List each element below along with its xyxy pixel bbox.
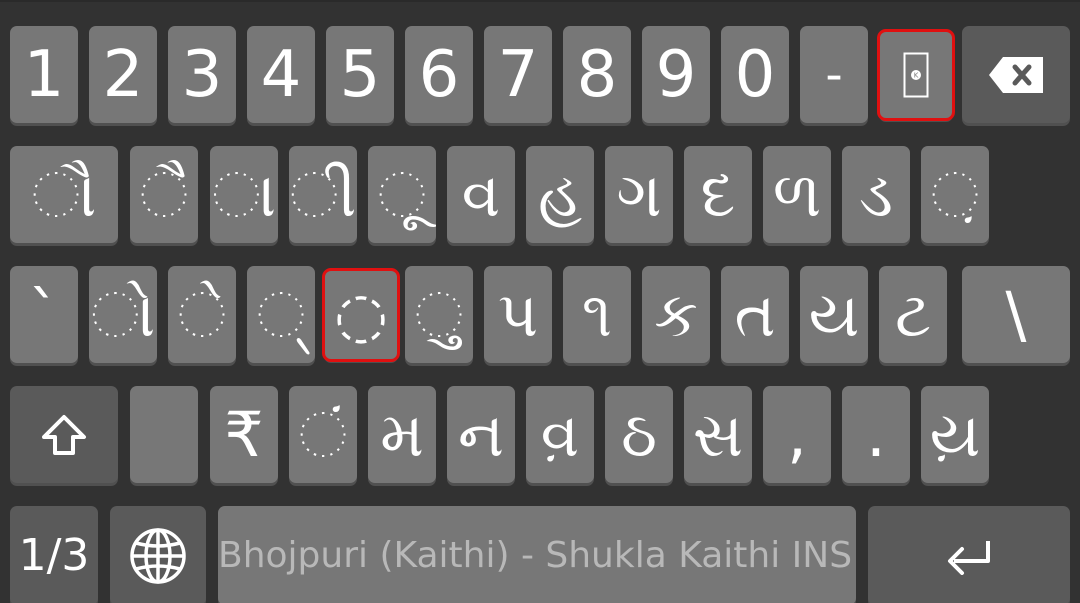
key-2[interactable]: 2 [89, 26, 157, 123]
key-anusvara[interactable]: ◌ં [289, 386, 357, 483]
key-8[interactable]: 8 [563, 26, 631, 123]
key-uu-sign[interactable]: ◌ૂ [368, 146, 436, 243]
key-va[interactable]: વ [447, 146, 515, 243]
key-dotted-circle[interactable]: ◌ [322, 268, 400, 362]
key-ya[interactable]: ય [800, 266, 868, 363]
key-kaithi-char[interactable]: K [877, 29, 955, 121]
backspace-key[interactable] [962, 26, 1070, 123]
key-ka[interactable]: ક [642, 266, 710, 363]
key-blank[interactable] [130, 386, 198, 483]
shift-key[interactable] [10, 386, 118, 483]
key-period[interactable]: . [842, 386, 910, 483]
globe-icon [129, 527, 187, 585]
layout-page-key[interactable]: 1/3 [10, 506, 98, 603]
key-5[interactable]: 5 [326, 26, 394, 123]
key-digit-one[interactable]: ૧ [563, 266, 631, 363]
key-ta[interactable]: ત [721, 266, 789, 363]
key-ga[interactable]: ગ [605, 146, 673, 243]
key-virama[interactable]: ્ [247, 266, 315, 363]
key-9[interactable]: 9 [642, 26, 710, 123]
key-tta[interactable]: ટ [879, 266, 947, 363]
key-0[interactable]: 0 [721, 26, 789, 123]
key-aa-sign[interactable]: ◌ા [210, 146, 278, 243]
svg-text:K: K [914, 72, 919, 80]
key-7[interactable]: 7 [484, 26, 552, 123]
key-backtick[interactable]: ` [10, 266, 78, 363]
keyboard: 1 2 3 4 5 6 7 8 9 0 - K ◌ૌ ◌ૈ ◌ા ◌ી ◌ૂ વ… [0, 0, 1080, 603]
kaithi-char-icon: K [903, 52, 929, 98]
key-ha[interactable]: હ [526, 146, 594, 243]
key-pa[interactable]: પ [484, 266, 552, 363]
language-key[interactable] [110, 506, 206, 603]
key-dda[interactable]: ડ [842, 146, 910, 243]
key-6[interactable]: 6 [405, 26, 473, 123]
key-hyphen[interactable]: - [800, 26, 868, 123]
key-ai-sign[interactable]: ◌ૈ [130, 146, 198, 243]
key-sa[interactable]: સ [684, 386, 752, 483]
key-4[interactable]: 4 [247, 26, 315, 123]
key-nukta[interactable]: ◌઼ [921, 146, 989, 243]
key-ttha[interactable]: ઠ [605, 386, 673, 483]
shift-icon [41, 414, 87, 456]
key-ya-nukta[interactable]: ય઼ [921, 386, 989, 483]
key-rupee[interactable]: ₹ [210, 386, 278, 483]
key-o-sign[interactable]: ◌ો [89, 266, 157, 363]
key-1[interactable]: 1 [10, 26, 78, 123]
key-va-nukta[interactable]: વ઼ [526, 386, 594, 483]
key-ii-sign[interactable]: ◌ી [289, 146, 357, 243]
backspace-icon [987, 55, 1045, 95]
key-na[interactable]: ન [447, 386, 515, 483]
key-3[interactable]: 3 [168, 26, 236, 123]
enter-key[interactable] [868, 506, 1070, 603]
key-au-sign[interactable]: ◌ૌ [10, 146, 118, 243]
key-comma[interactable]: , [763, 386, 831, 483]
key-lla[interactable]: ળ [763, 146, 831, 243]
enter-icon [944, 537, 994, 575]
key-da[interactable]: દ [684, 146, 752, 243]
key-backslash[interactable]: \ [962, 266, 1070, 363]
space-bar[interactable]: Bhojpuri (Kaithi) - Shukla Kaithi INS [218, 506, 856, 603]
key-u-sign[interactable]: ◌ુ [405, 266, 473, 363]
key-e-sign[interactable]: ◌ે [168, 266, 236, 363]
key-ma[interactable]: મ [368, 386, 436, 483]
